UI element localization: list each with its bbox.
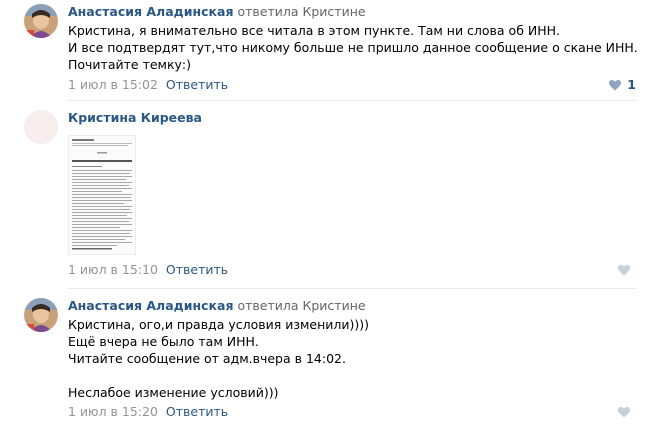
comment-feed: Анастасия Аладинская ответила Кристине К…: [0, 0, 654, 426]
comment-footer: 1 июл в 15:02 Ответить 1: [68, 77, 636, 93]
author-name[interactable]: Анастасия Аладинская: [68, 298, 234, 313]
comment-header: Анастасия Аладинская ответила Кристине: [68, 3, 636, 20]
like-count: 1: [627, 77, 636, 92]
comment-footer: 1 июл в 15:10 Ответить: [68, 262, 636, 278]
comment-header: Анастасия Аладинская ответила Кристине: [68, 297, 636, 314]
like-button[interactable]: [618, 404, 636, 420]
avatar[interactable]: [24, 4, 58, 38]
comment-text-line: [68, 367, 636, 384]
comment-header: Кристина Киреева: [68, 109, 636, 126]
document-scan-thumbnail-icon: [69, 136, 135, 254]
comment-body: 1 июл в 15:10 Ответить: [68, 262, 636, 278]
comment-text-line: Неслабое изменение условий))): [68, 385, 279, 400]
author-name[interactable]: Кристина Киреева: [68, 110, 202, 125]
comment-text-line: И все подтвердят тут,что никому больше н…: [68, 40, 638, 55]
reply-button[interactable]: Ответить: [166, 404, 228, 419]
comment-text-line: Почитайте темку:): [68, 57, 192, 72]
comment-text: Кристина, ого,и правда условия изменили)…: [68, 316, 636, 401]
comment-text-line: Кристина, я внимательно все читала в это…: [68, 23, 561, 38]
heart-icon: [609, 79, 622, 90]
comment-text: Кристина, я внимательно все читала в это…: [68, 22, 638, 73]
reply-button[interactable]: Ответить: [166, 77, 228, 92]
heart-icon: [618, 406, 630, 417]
comment-date[interactable]: 1 июл в 15:10: [68, 262, 158, 277]
user-photo-icon: [24, 298, 58, 332]
like-button[interactable]: 1: [609, 77, 636, 93]
attachment-document[interactable]: [68, 135, 136, 255]
comment-body: Анастасия Аладинская ответила Кристине К…: [68, 3, 638, 93]
comment-text-line: Читайте сообщение от адм.вчера в 14:02.: [68, 351, 346, 366]
avatar[interactable]: [24, 298, 58, 332]
comment-text-line: Ещё вчера не было там ИНН.: [68, 334, 259, 349]
comment-date[interactable]: 1 июл в 15:02: [68, 77, 158, 92]
user-photo-placeholder-icon: [24, 110, 58, 144]
comment-divider: [68, 100, 636, 101]
comment-date[interactable]: 1 июл в 15:20: [68, 404, 158, 419]
heart-icon: [618, 264, 630, 275]
avatar[interactable]: [24, 110, 58, 144]
reply-button[interactable]: Ответить: [166, 262, 228, 277]
comment-footer: 1 июл в 15:20 Ответить: [68, 404, 636, 420]
comment-divider: [68, 288, 636, 289]
comment-body: Кристина Киреева: [68, 109, 636, 126]
reply-to-text: ответила Кристине: [237, 298, 366, 313]
user-photo-icon: [24, 4, 58, 38]
comment-body: Анастасия Аладинская ответила Кристине К…: [68, 297, 636, 420]
author-name[interactable]: Анастасия Аладинская: [68, 4, 234, 19]
reply-to-text: ответила Кристине: [237, 4, 366, 19]
comment-text-line: Кристина, ого,и правда условия изменили)…: [68, 317, 370, 332]
like-button[interactable]: [618, 262, 636, 278]
